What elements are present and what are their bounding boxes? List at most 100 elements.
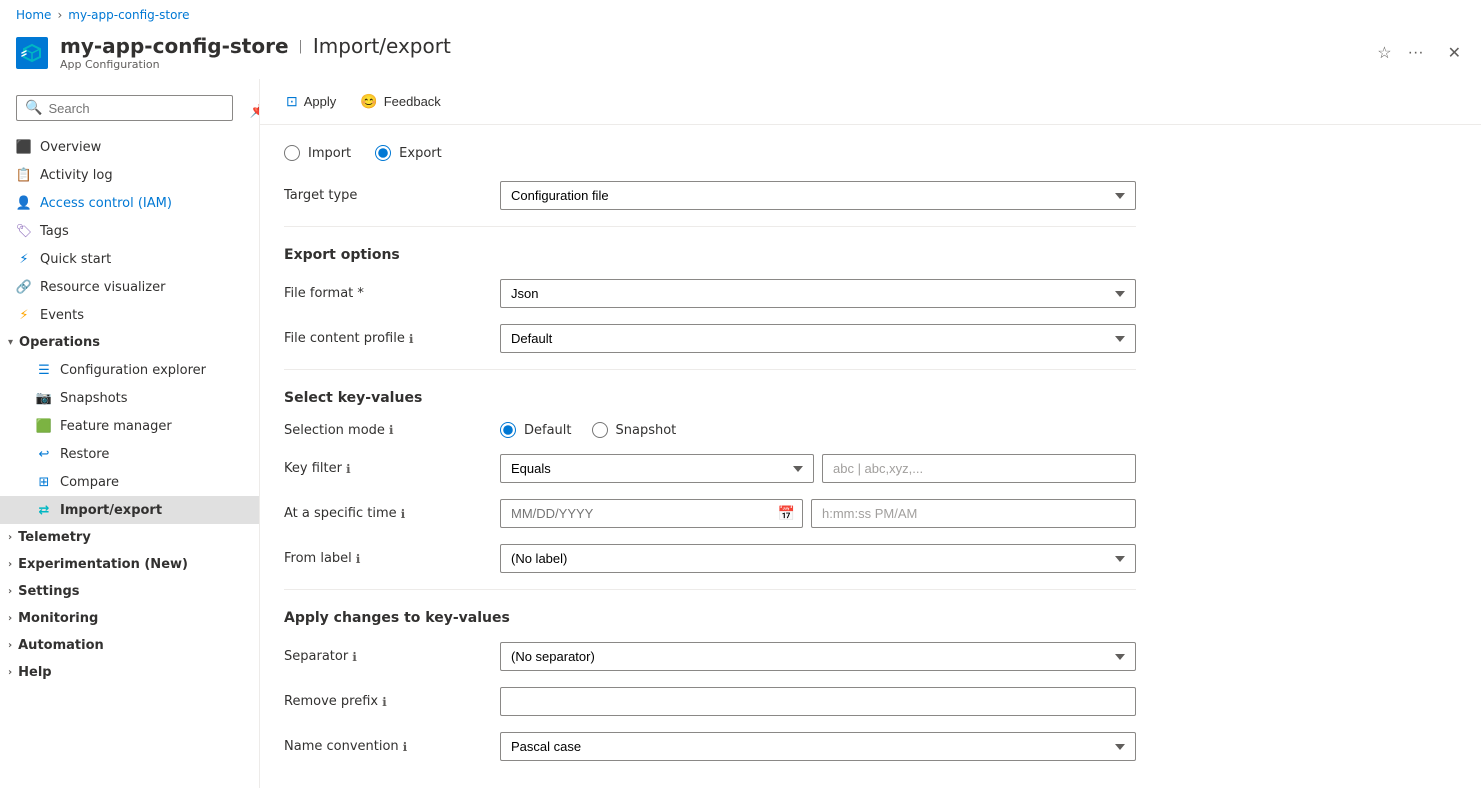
sidebar-item-compare[interactable]: ⊞ Compare bbox=[0, 468, 259, 496]
compare-icon: ⊞ bbox=[36, 474, 52, 490]
file-content-label: File content profile ℹ bbox=[284, 331, 484, 346]
apply-changes-title: Apply changes to key-values bbox=[284, 610, 1136, 626]
target-type-select[interactable]: Configuration file bbox=[500, 181, 1136, 210]
export-options-title: Export options bbox=[284, 247, 1136, 263]
file-format-select[interactable]: Json Yaml Properties bbox=[500, 279, 1136, 308]
experimentation-section[interactable]: › Experimentation (New) bbox=[0, 551, 259, 578]
target-type-row: Target type Configuration file bbox=[284, 181, 1136, 210]
selection-default-option[interactable]: Default bbox=[500, 422, 572, 438]
breadcrumb-app[interactable]: my-app-config-store bbox=[68, 8, 189, 22]
selection-snapshot-option[interactable]: Snapshot bbox=[592, 422, 677, 438]
iam-icon: 👤 bbox=[16, 195, 32, 211]
specific-time-info-icon[interactable]: ℹ bbox=[401, 507, 406, 521]
remove-prefix-label: Remove prefix ℹ bbox=[284, 694, 484, 709]
file-content-select[interactable]: Default KVSet bbox=[500, 324, 1136, 353]
sidebar-item-snapshots[interactable]: 📷 Snapshots bbox=[0, 384, 259, 412]
sidebar-item-restore[interactable]: ↩ Restore bbox=[0, 440, 259, 468]
import-option[interactable]: Import bbox=[284, 145, 351, 161]
favorite-button[interactable]: ☆ bbox=[1373, 39, 1395, 67]
telemetry-section[interactable]: › Telemetry bbox=[0, 524, 259, 551]
separator-info-icon[interactable]: ℹ bbox=[352, 650, 357, 664]
sidebar-item-resource-visualizer[interactable]: 🔗 Resource visualizer bbox=[0, 273, 259, 301]
monitoring-section[interactable]: › Monitoring bbox=[0, 605, 259, 632]
selection-mode-row: Selection mode ℹ Default Snapshot bbox=[284, 422, 1136, 438]
selection-mode-label: Selection mode ℹ bbox=[284, 423, 484, 438]
breadcrumb: Home › my-app-config-store bbox=[0, 0, 1481, 30]
selection-snapshot-radio[interactable] bbox=[592, 422, 608, 438]
calendar-icon[interactable]: 📅 bbox=[778, 506, 795, 522]
telemetry-chevron: › bbox=[8, 532, 12, 543]
separator-label: Separator ℹ bbox=[284, 649, 484, 664]
export-radio[interactable] bbox=[375, 145, 391, 161]
key-filter-info-icon[interactable]: ℹ bbox=[346, 462, 351, 476]
automation-section[interactable]: › Automation bbox=[0, 632, 259, 659]
feature-icon: 🟩 bbox=[36, 418, 52, 434]
from-label-label: From label ℹ bbox=[284, 551, 484, 566]
sidebar-item-config-explorer[interactable]: ☰ Configuration explorer bbox=[0, 356, 259, 384]
target-type-label: Target type bbox=[284, 188, 484, 203]
name-convention-row: Name convention ℹ Pascal case Camel case… bbox=[284, 732, 1136, 761]
breadcrumb-home[interactable]: Home bbox=[16, 8, 51, 22]
resource-icon: 🔗 bbox=[16, 279, 32, 295]
from-label-select[interactable]: (No label) bbox=[500, 544, 1136, 573]
import-radio[interactable] bbox=[284, 145, 300, 161]
import-export-icon: ⇄ bbox=[36, 502, 52, 518]
monitoring-chevron: › bbox=[8, 613, 12, 624]
quickstart-icon: ⚡ bbox=[16, 251, 32, 267]
page-title: Import/export bbox=[313, 34, 451, 58]
specific-time-row: At a specific time ℹ 📅 bbox=[284, 499, 1136, 528]
settings-section[interactable]: › Settings bbox=[0, 578, 259, 605]
help-chevron: › bbox=[8, 667, 12, 678]
from-label-info-icon[interactable]: ℹ bbox=[356, 552, 361, 566]
sidebar-item-events[interactable]: ⚡ Events bbox=[0, 301, 259, 329]
sidebar-item-quickstart[interactable]: ⚡ Quick start bbox=[0, 245, 259, 273]
feedback-icon: 😊 bbox=[360, 93, 377, 110]
date-input-wrapper: 📅 bbox=[500, 499, 803, 528]
page-header: my-app-config-store | Import/export App … bbox=[0, 30, 1481, 79]
separator-select[interactable]: (No separator) . / : ; bbox=[500, 642, 1136, 671]
sidebar-item-import-export[interactable]: ⇄ Import/export bbox=[0, 496, 259, 524]
sidebar-item-feature-manager[interactable]: 🟩 Feature manager bbox=[0, 412, 259, 440]
sidebar-item-tags[interactable]: 🏷 Tags bbox=[0, 217, 259, 245]
sidebar: 🔍 📌 « ⬛ Overview 📋 Activity log 👤 Access… bbox=[0, 79, 260, 788]
main-content: ⊡ Apply 😊 Feedback Import Export bbox=[260, 79, 1481, 788]
import-export-toggle: Import Export bbox=[284, 145, 1136, 161]
file-content-info-icon[interactable]: ℹ bbox=[409, 332, 414, 346]
key-filter-select[interactable]: Equals Starts with bbox=[500, 454, 814, 483]
sidebar-item-overview[interactable]: ⬛ Overview bbox=[0, 133, 259, 161]
snapshots-icon: 📷 bbox=[36, 390, 52, 406]
sidebar-pin-button[interactable]: 📌 bbox=[245, 100, 260, 121]
target-type-control: Configuration file bbox=[500, 181, 1136, 210]
apply-button[interactable]: ⊡ Apply bbox=[276, 87, 346, 116]
help-section[interactable]: › Help bbox=[0, 659, 259, 686]
name-convention-select[interactable]: Pascal case Camel case Upper case Lower … bbox=[500, 732, 1136, 761]
activity-icon: 📋 bbox=[16, 167, 32, 183]
select-kv-title: Select key-values bbox=[284, 390, 1136, 406]
resource-type: App Configuration bbox=[60, 58, 451, 71]
name-convention-label: Name convention ℹ bbox=[284, 739, 484, 754]
name-convention-info-icon[interactable]: ℹ bbox=[403, 740, 408, 754]
app-config-icon bbox=[16, 37, 48, 69]
remove-prefix-info-icon[interactable]: ℹ bbox=[382, 695, 387, 709]
export-option[interactable]: Export bbox=[375, 145, 442, 161]
time-input[interactable] bbox=[811, 499, 1136, 528]
sidebar-item-iam[interactable]: 👤 Access control (IAM) bbox=[0, 189, 259, 217]
selection-default-radio[interactable] bbox=[500, 422, 516, 438]
key-filter-input[interactable] bbox=[822, 454, 1136, 483]
apply-icon: ⊡ bbox=[286, 93, 298, 110]
search-input[interactable] bbox=[48, 101, 224, 116]
remove-prefix-row: Remove prefix ℹ bbox=[284, 687, 1136, 716]
remove-prefix-input[interactable] bbox=[500, 687, 1136, 716]
date-input[interactable] bbox=[500, 499, 803, 528]
operations-chevron: ▾ bbox=[8, 337, 13, 348]
tags-icon: 🏷 bbox=[16, 223, 32, 239]
operations-section[interactable]: ▾ Operations bbox=[0, 329, 259, 356]
search-icon: 🔍 bbox=[25, 100, 42, 116]
more-options-button[interactable]: ··· bbox=[1404, 40, 1428, 66]
feedback-button[interactable]: 😊 Feedback bbox=[350, 87, 451, 116]
config-icon: ☰ bbox=[36, 362, 52, 378]
sidebar-item-activity[interactable]: 📋 Activity log bbox=[0, 161, 259, 189]
close-button[interactable]: ✕ bbox=[1444, 39, 1465, 67]
sidebar-search[interactable]: 🔍 bbox=[16, 95, 233, 121]
selection-mode-info-icon[interactable]: ℹ bbox=[389, 423, 394, 437]
